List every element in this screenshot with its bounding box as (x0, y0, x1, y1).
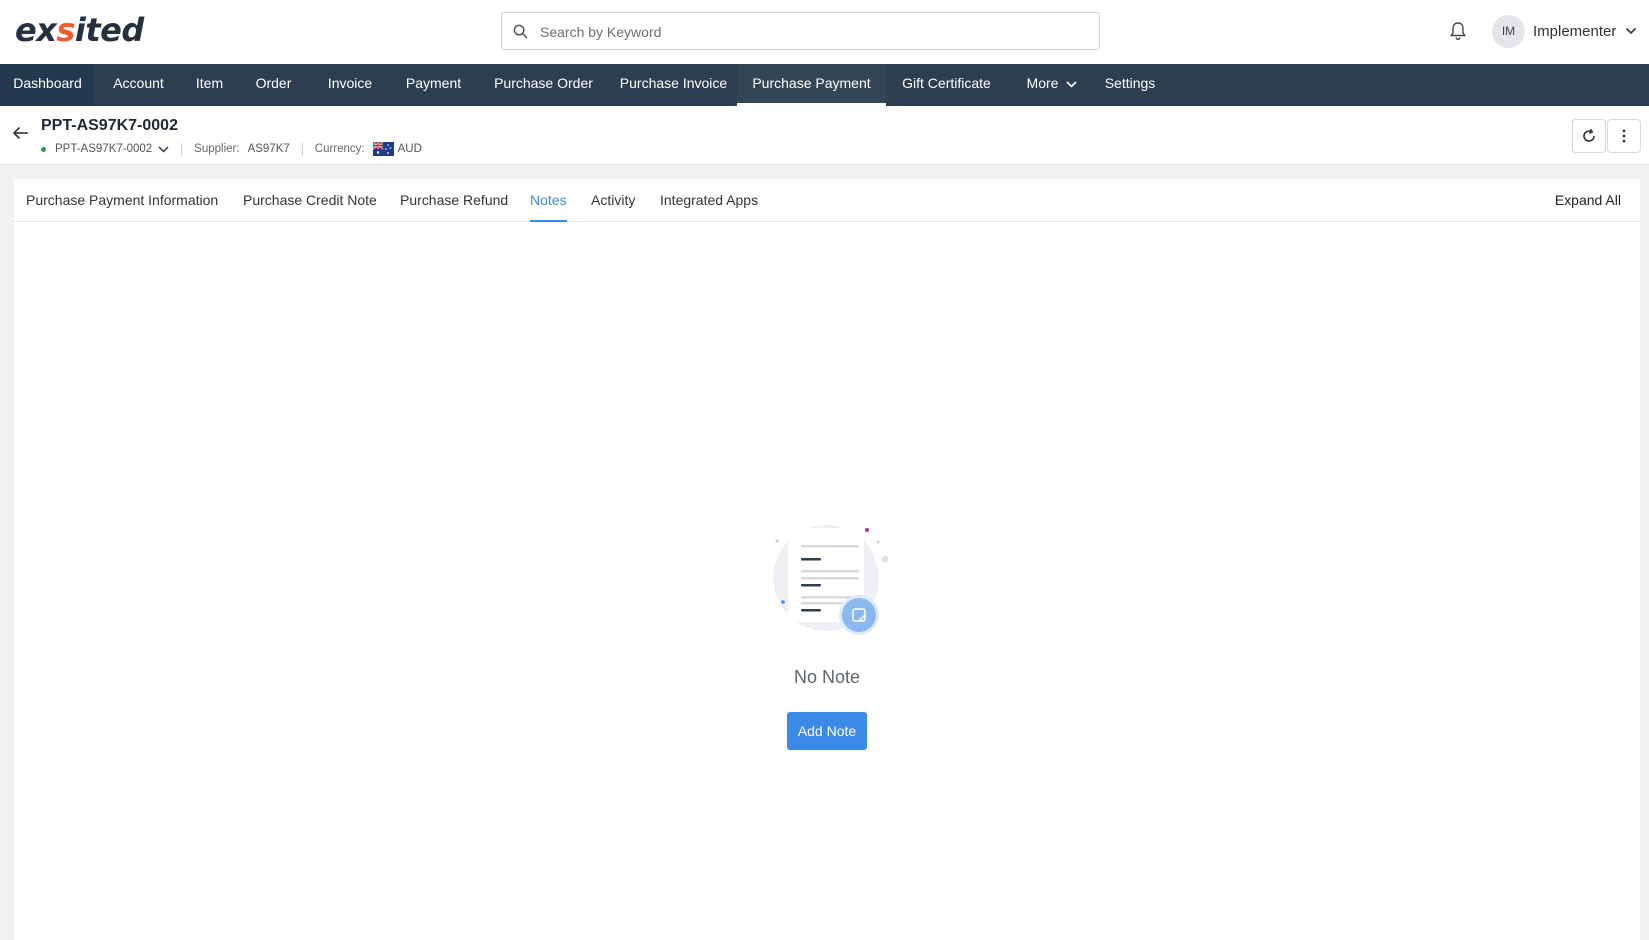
search-box[interactable] (501, 12, 1100, 51)
record-id-select[interactable]: PPT-AS97K7-0002 (55, 143, 169, 155)
nav-gift-certificate[interactable]: Gift Certificate (886, 64, 1007, 106)
nav-label: Settings (1104, 75, 1156, 91)
chevron-down-icon (1066, 81, 1078, 88)
currency-label: Currency: (314, 143, 365, 155)
nav-dashboard[interactable]: Dashboard (0, 64, 95, 106)
avatar: IM (1492, 15, 1525, 48)
supplier-value: AS97K7 (247, 143, 290, 155)
chevron-down-icon (158, 145, 169, 153)
nav-label: Item (195, 75, 224, 91)
tab-label: Purchase Payment Information (26, 192, 219, 208)
empty-state-message: No Note (793, 667, 861, 687)
nav-purchase-invoice[interactable]: Purchase Invoice (610, 64, 737, 106)
nav-label: Account (113, 75, 164, 91)
nav-purchase-order[interactable]: Purchase Order (477, 64, 610, 106)
nav-payment[interactable]: Payment (390, 64, 477, 106)
nav-label: Invoice (327, 75, 373, 91)
more-options-button[interactable] (1607, 119, 1641, 153)
nav-label: Dashboard (13, 75, 82, 91)
notification-bell-icon[interactable] (1449, 21, 1467, 41)
refresh-button[interactable] (1572, 119, 1606, 153)
status-dot (41, 146, 46, 152)
logo-text-a: ex (15, 11, 57, 49)
expand-all-button[interactable]: Expand All (1555, 179, 1621, 221)
nav-account[interactable]: Account (95, 64, 182, 106)
refresh-icon (1583, 128, 1595, 142)
page-title: PPT-AS97K7-0002 (41, 117, 178, 134)
supplier-label: Supplier: (194, 143, 240, 155)
record-header: PPT-AS97K7-0002 PPT-AS97K7-0002 Supplier… (0, 106, 1649, 165)
nav-label: Gift Certificate (902, 75, 991, 91)
record-id-value: PPT-AS97K7-0002 (55, 143, 153, 155)
kebab-menu-icon (1622, 129, 1626, 143)
search-input[interactable] (538, 13, 1082, 51)
tab-label: Activity (591, 192, 636, 208)
logo-text-b: s (56, 11, 75, 49)
notes-panel: Purchase Payment Information Purchase Cr… (14, 179, 1640, 940)
nav-label: Purchase Invoice (619, 75, 728, 91)
tab-notes[interactable]: Notes (530, 179, 567, 222)
nav-label: Payment (405, 75, 462, 91)
currency-value: AUD (397, 143, 422, 155)
note-document-icon (773, 525, 889, 635)
tab-purchase-payment-information[interactable]: Purchase Payment Information (26, 179, 218, 222)
nav-more[interactable]: More (1007, 64, 1097, 106)
nav-invoice[interactable]: Invoice (310, 64, 390, 106)
tab-label: Purchase Credit Note (243, 192, 377, 208)
nav-order[interactable]: Order (237, 64, 310, 106)
nav-label: Purchase Order (494, 75, 593, 91)
nav-label: Order (255, 75, 292, 91)
tab-purchase-refund[interactable]: Purchase Refund (400, 179, 508, 222)
main-nav: Dashboard Account Item Order Invoice Pay… (0, 64, 1649, 106)
search-icon (513, 24, 528, 39)
add-note-button[interactable]: Add Note (787, 712, 867, 750)
nav-label: More (1026, 75, 1059, 91)
logo-text-c: ited (74, 11, 144, 49)
tab-purchase-credit-note[interactable]: Purchase Credit Note (243, 179, 377, 222)
record-tabs: Purchase Payment Information Purchase Cr… (14, 179, 1640, 222)
nav-label: Purchase Payment (752, 75, 871, 91)
tab-activity[interactable]: Activity (591, 179, 635, 222)
divider (301, 142, 303, 156)
chevron-down-icon (1625, 27, 1637, 35)
tab-integrated-apps[interactable]: Integrated Apps (660, 179, 758, 222)
tab-label: Integrated Apps (660, 192, 759, 208)
top-bar: exsited IM Implementer (0, 0, 1649, 64)
tab-label: Purchase Refund (400, 192, 509, 208)
tab-label: Notes (530, 192, 567, 208)
back-arrow-icon[interactable] (12, 126, 30, 140)
nav-settings[interactable]: Settings (1097, 64, 1163, 106)
nav-purchase-payment[interactable]: Purchase Payment (737, 64, 886, 106)
user-name: Implementer (1533, 23, 1617, 40)
australia-flag-icon (372, 142, 394, 156)
nav-item[interactable]: Item (182, 64, 237, 106)
exsited-logo[interactable]: exsited (15, 10, 144, 50)
divider (181, 142, 183, 156)
record-meta: PPT-AS97K7-0002 Supplier: AS97K7 Currenc… (41, 140, 422, 158)
